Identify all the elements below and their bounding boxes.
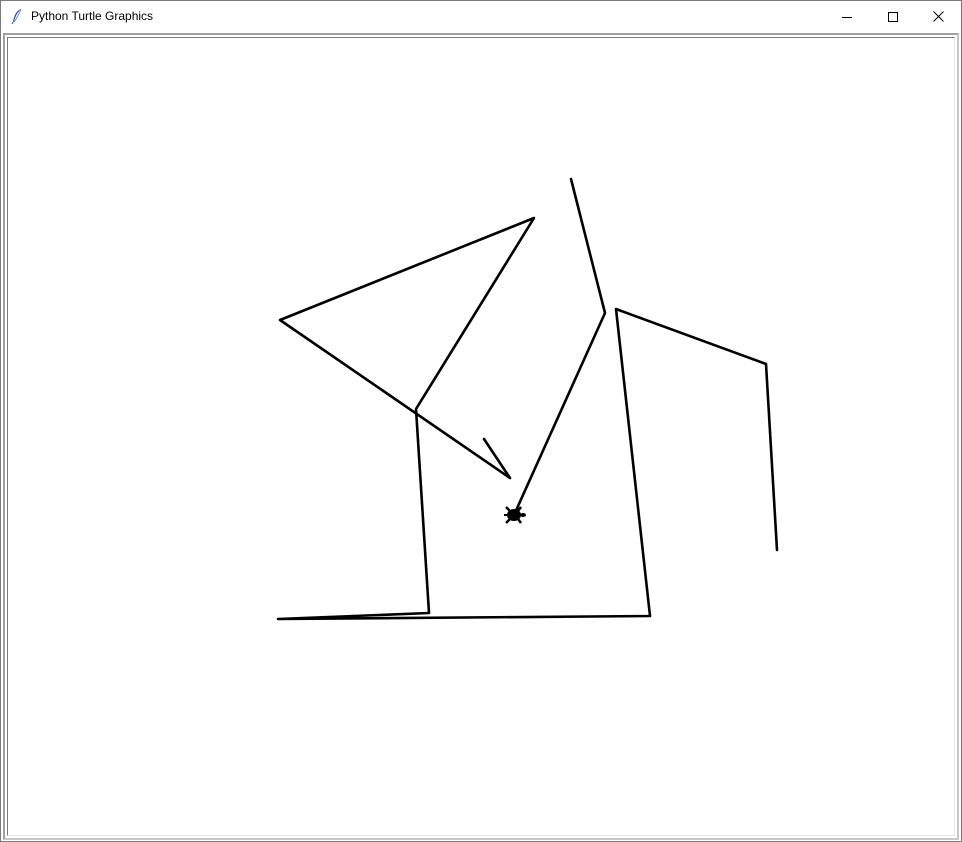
close-button[interactable] bbox=[915, 1, 961, 32]
turtle-canvas[interactable] bbox=[7, 37, 955, 836]
title-bar[interactable]: Python Turtle Graphics bbox=[1, 1, 961, 32]
app-window: Python Turtle Graphics bbox=[0, 0, 962, 842]
window-title: Python Turtle Graphics bbox=[31, 9, 154, 23]
close-icon bbox=[932, 11, 944, 22]
minimize-icon bbox=[842, 12, 852, 22]
maximize-button[interactable] bbox=[870, 1, 916, 32]
canvas-frame bbox=[3, 33, 959, 840]
minimize-button[interactable] bbox=[824, 1, 870, 32]
feather-icon bbox=[10, 8, 24, 25]
maximize-icon bbox=[888, 11, 898, 22]
